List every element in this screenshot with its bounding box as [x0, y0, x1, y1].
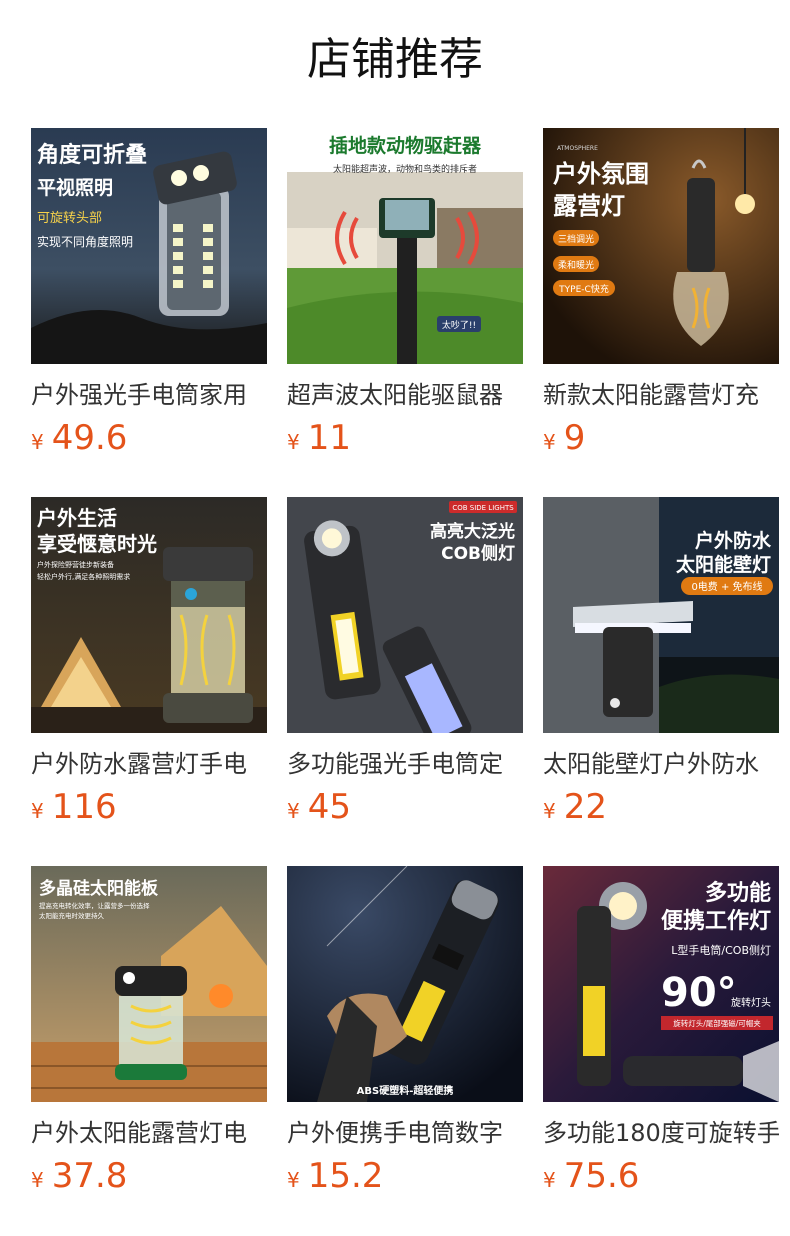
image-headline: 高亮大泛光 [430, 521, 515, 542]
product-price: ¥9 [543, 417, 585, 459]
image-caption: ABS硬塑料-超轻便携 [357, 1084, 454, 1097]
image-subtitle: 实现不同角度照明 [37, 234, 133, 249]
image-headline: 户外生活 [37, 506, 117, 530]
image-headline: 便携工作灯 [661, 908, 771, 934]
product-name[interactable]: 太阳能壁灯户外防水 [543, 747, 779, 781]
product-price: ¥75.6 [543, 1155, 639, 1197]
product-card[interactable]: 插地款动物驱赶器 太阳能超声波，动物和鸟类的排斥者 太吵了!! 超声波太阳能驱鼠… [287, 128, 523, 497]
image-big-sub: 旋转灯头 [731, 996, 771, 1009]
image-tag: 旋转灯头/尾部强磁/可帽夹 [673, 1018, 761, 1028]
image-headline: 太阳能壁灯 [676, 553, 771, 576]
currency-symbol: ¥ [543, 430, 556, 454]
image-headline: 多晶硅太阳能板 [39, 878, 159, 899]
product-card[interactable]: 角度可折叠 平视照明 可旋转头部 实现不同角度照明 户外强光手电筒家用 ¥49.… [31, 128, 267, 497]
image-headline: 户外防水 [695, 529, 772, 552]
product-price: ¥116 [31, 786, 117, 828]
repeller-icon: 插地款动物驱赶器 太阳能超声波，动物和鸟类的排斥者 太吵了!! [287, 128, 523, 364]
image-badge: COB SIDE LIGHTS [452, 504, 514, 512]
image-headline: 角度可折叠 [37, 142, 147, 168]
currency-symbol: ¥ [287, 799, 300, 823]
image-subtitle: 轻松户外行,满足各种照明需求 [37, 572, 130, 581]
currency-symbol: ¥ [31, 430, 44, 454]
image-headline: 插地款动物驱赶器 [329, 134, 482, 157]
product-card[interactable]: ABS硬塑料-超轻便携 户外便携手电筒数字 ¥15.2 [287, 866, 523, 1235]
flashlight-icon: 角度可折叠 平视照明 可旋转头部 实现不同角度照明 [31, 128, 267, 364]
product-image[interactable]: 插地款动物驱赶器 太阳能超声波，动物和鸟类的排斥者 太吵了!! [287, 128, 523, 364]
image-tag: 太吵了!! [442, 319, 476, 331]
product-card[interactable]: COB SIDE LIGHTS 高亮大泛光 COB侧灯 多功能强光手电筒定 ¥4… [287, 497, 523, 866]
product-name[interactable]: 户外太阳能露营灯电 [31, 1116, 267, 1150]
price-amount: 45 [307, 787, 351, 827]
image-tag: 三档调光 [558, 233, 594, 245]
lantern-icon: 户外生活 享受惬意时光 户外探险野营徒步新装备 轻松户外行,满足各种照明需求 [31, 497, 267, 733]
product-image[interactable]: 多功能 便携工作灯 L型手电筒/COB侧灯 90° 旋转灯头 旋转灯头/尾部强磁… [543, 866, 779, 1102]
currency-symbol: ¥ [31, 799, 44, 823]
image-big-number: 90° [661, 970, 737, 1016]
product-image[interactable]: 角度可折叠 平视照明 可旋转头部 实现不同角度照明 [31, 128, 267, 364]
image-headline: 露营灯 [553, 192, 625, 220]
price-amount: 9 [563, 418, 586, 458]
product-image[interactable]: 户外生活 享受惬意时光 户外探险野营徒步新装备 轻松户外行,满足各种照明需求 [31, 497, 267, 733]
image-subtitle: 户外探险野营徒步新装备 [37, 560, 114, 569]
page-title: 店铺推荐 [307, 34, 483, 85]
product-price: ¥37.8 [31, 1155, 127, 1197]
product-image[interactable]: COB SIDE LIGHTS 高亮大泛光 COB侧灯 [287, 497, 523, 733]
rotating-worklight-icon: 多功能 便携工作灯 L型手电筒/COB侧灯 90° 旋转灯头 旋转灯头/尾部强磁… [543, 866, 779, 1102]
product-name[interactable]: 多功能强光手电筒定 [287, 747, 523, 781]
currency-symbol: ¥ [287, 430, 300, 454]
image-tag: 0电费 + 免布线 [691, 580, 762, 593]
product-name[interactable]: 户外防水露营灯手电 [31, 747, 267, 781]
product-grid: 角度可折叠 平视照明 可旋转头部 实现不同角度照明 户外强光手电筒家用 ¥49.… [31, 128, 779, 1235]
product-card[interactable]: 户外防水 太阳能壁灯 0电费 + 免布线 太阳能壁灯户外防水 ¥22 [543, 497, 779, 866]
product-image[interactable]: ATMOSPHERE 户外氛围 露营灯 三档调光 柔和暖光 TYPE-C快充 [543, 128, 779, 364]
currency-symbol: ¥ [31, 1168, 44, 1192]
wall-lamp-icon: 户外防水 太阳能壁灯 0电费 + 免布线 [543, 497, 779, 733]
currency-symbol: ¥ [287, 1168, 300, 1192]
product-image[interactable]: 多晶硅太阳能板 提高充电转化效率，让露营多一份选择 太阳能充电时效更持久 [31, 866, 267, 1102]
product-card[interactable]: 户外生活 享受惬意时光 户外探险野营徒步新装备 轻松户外行,满足各种照明需求 户… [31, 497, 267, 866]
solar-lantern-icon: 多晶硅太阳能板 提高充电转化效率，让露营多一份选择 太阳能充电时效更持久 [31, 866, 267, 1102]
image-subtitle: 太阳能超声波，动物和鸟类的排斥者 [333, 163, 477, 175]
image-tag: 柔和暖光 [558, 259, 594, 271]
price-amount: 22 [563, 787, 607, 827]
image-headline: 多功能 [705, 880, 771, 906]
product-name[interactable]: 新款太阳能露营灯充 [543, 378, 779, 412]
image-headline: 平视照明 [37, 176, 113, 199]
product-card[interactable]: 多功能 便携工作灯 L型手电筒/COB侧灯 90° 旋转灯头 旋转灯头/尾部强磁… [543, 866, 779, 1235]
product-name[interactable]: 户外强光手电筒家用 [31, 378, 267, 412]
product-price: ¥22 [543, 786, 607, 828]
image-tag: 可旋转头部 [37, 211, 102, 226]
product-image[interactable]: 户外防水 太阳能壁灯 0电费 + 免布线 [543, 497, 779, 733]
currency-symbol: ¥ [543, 799, 556, 823]
product-price: ¥49.6 [31, 417, 127, 459]
price-amount: 49.6 [51, 418, 128, 458]
price-amount: 15.2 [307, 1156, 384, 1196]
cob-flashlight-icon: COB SIDE LIGHTS 高亮大泛光 COB侧灯 [287, 497, 523, 733]
product-price: ¥15.2 [287, 1155, 383, 1197]
image-tag: TYPE-C快充 [558, 283, 609, 295]
image-headline: COB侧灯 [441, 543, 515, 564]
image-subtitle: 太阳能充电时效更持久 [39, 911, 105, 920]
product-image[interactable]: ABS硬塑料-超轻便携 [287, 866, 523, 1102]
image-subtitle: 提高充电转化效率，让露营多一份选择 [39, 901, 150, 910]
image-small-top: ATMOSPHERE [557, 145, 598, 152]
product-card[interactable]: 多晶硅太阳能板 提高充电转化效率，让露营多一份选择 太阳能充电时效更持久 户外太… [31, 866, 267, 1235]
product-price: ¥11 [287, 417, 351, 459]
handheld-flashlight-icon: ABS硬塑料-超轻便携 [287, 866, 523, 1102]
product-name[interactable]: 户外便携手电筒数字 [287, 1116, 523, 1150]
price-amount: 11 [307, 418, 351, 458]
product-card[interactable]: ATMOSPHERE 户外氛围 露营灯 三档调光 柔和暖光 TYPE-C快充 新… [543, 128, 779, 497]
product-name[interactable]: 超声波太阳能驱鼠器 [287, 378, 523, 412]
image-headline: 户外氛围 [553, 160, 649, 188]
currency-symbol: ¥ [543, 1168, 556, 1192]
price-amount: 116 [51, 787, 117, 827]
product-price: ¥45 [287, 786, 351, 828]
image-subtitle: L型手电筒/COB侧灯 [671, 943, 771, 957]
product-name[interactable]: 多功能180度可旋转手 [543, 1116, 779, 1150]
price-amount: 75.6 [563, 1156, 640, 1196]
image-headline: 享受惬意时光 [37, 532, 157, 556]
price-amount: 37.8 [51, 1156, 128, 1196]
camping-bulb-icon: ATMOSPHERE 户外氛围 露营灯 三档调光 柔和暖光 TYPE-C快充 [543, 128, 779, 364]
